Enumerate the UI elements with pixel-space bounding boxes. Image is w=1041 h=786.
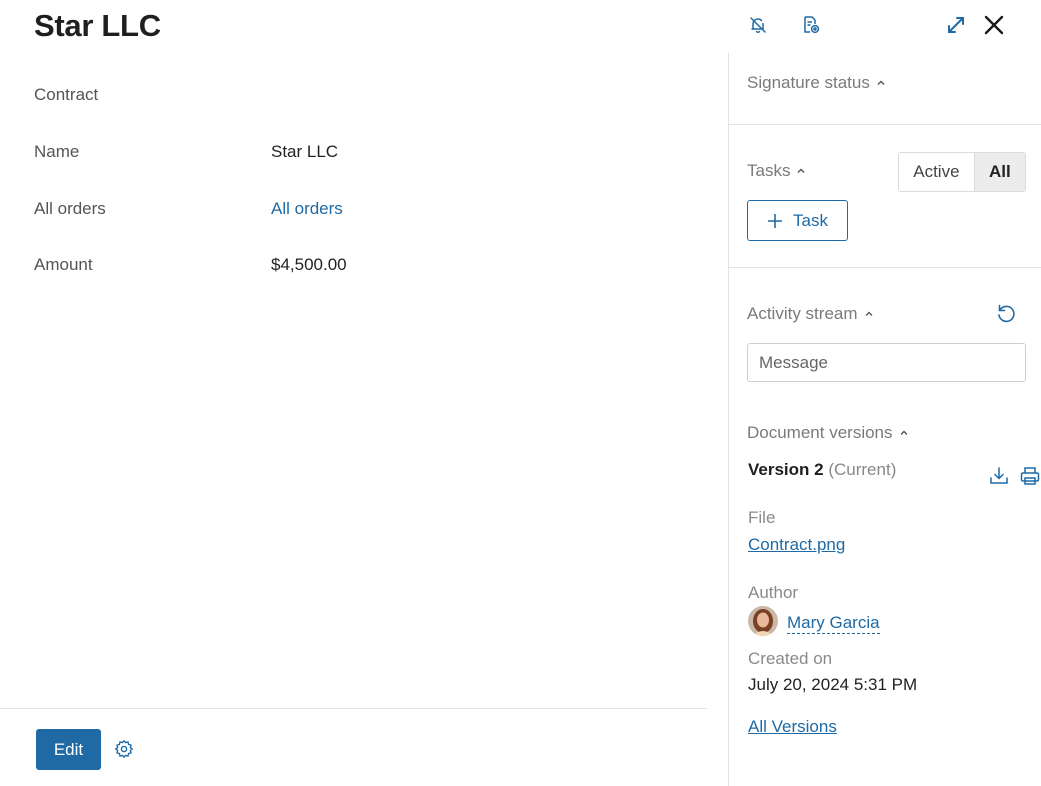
tasks-title: Tasks (747, 161, 791, 180)
signature-status-title: Signature status (747, 73, 870, 92)
activity-stream-title: Activity stream (747, 304, 858, 323)
add-task-button[interactable]: Task (747, 200, 848, 241)
all-orders-link[interactable]: All orders (271, 199, 343, 219)
created-on-label: Created on (748, 649, 833, 668)
chevron-up-icon (865, 311, 873, 316)
toggle-active[interactable]: Active (899, 153, 974, 191)
created-on-value: July 20, 2024 5:31 PM (748, 675, 918, 694)
download-icon[interactable] (988, 465, 1010, 487)
file-link[interactable]: Contract.png (748, 535, 845, 555)
field-value-amount: $4,500.00 (271, 255, 347, 274)
signature-status-header[interactable]: Signature status (747, 73, 886, 93)
document-settings-icon[interactable] (799, 13, 823, 37)
expand-icon[interactable] (944, 13, 968, 37)
version-heading: Version 2 (Current) (748, 460, 896, 480)
version-label: Version 2 (748, 460, 824, 479)
field-label-amount: Amount (34, 255, 93, 274)
bell-off-icon[interactable] (746, 13, 770, 37)
document-versions-title: Document versions (747, 423, 893, 442)
add-task-label: Task (793, 210, 828, 230)
author-label: Author (748, 583, 799, 602)
activity-stream-header[interactable]: Activity stream (747, 304, 874, 324)
field-label-all-orders: All orders (34, 199, 106, 218)
version-status: (Current) (828, 460, 897, 479)
chevron-up-icon (877, 80, 885, 85)
field-label-name: Name (34, 142, 80, 161)
tasks-header[interactable]: Tasks (747, 161, 806, 181)
refresh-icon[interactable] (995, 303, 1017, 325)
author-link[interactable]: Mary Garcia (787, 613, 880, 634)
print-icon[interactable] (1019, 465, 1041, 487)
file-label: File (748, 508, 776, 527)
section-divider (729, 124, 1041, 125)
section-divider (729, 267, 1041, 268)
right-sidebar: Signature status Tasks Active All Task A… (728, 53, 1041, 786)
chevron-up-icon (797, 168, 805, 173)
field-value-name: Star LLC (271, 142, 339, 161)
chevron-up-icon (900, 430, 908, 435)
close-icon[interactable] (982, 13, 1006, 37)
toggle-all[interactable]: All (973, 153, 1025, 191)
edit-button[interactable]: Edit (36, 729, 101, 770)
document-versions-header[interactable]: Document versions (747, 423, 909, 443)
section-label-contract: Contract (34, 85, 99, 104)
plus-icon (768, 213, 783, 228)
all-versions-link[interactable]: All Versions (748, 717, 837, 737)
tasks-filter-toggle: Active All (898, 152, 1026, 192)
gear-icon[interactable] (114, 739, 134, 759)
avatar (748, 606, 778, 636)
message-input[interactable] (747, 343, 1026, 382)
page-title: Star LLC (34, 8, 161, 43)
footer-divider (0, 708, 707, 709)
